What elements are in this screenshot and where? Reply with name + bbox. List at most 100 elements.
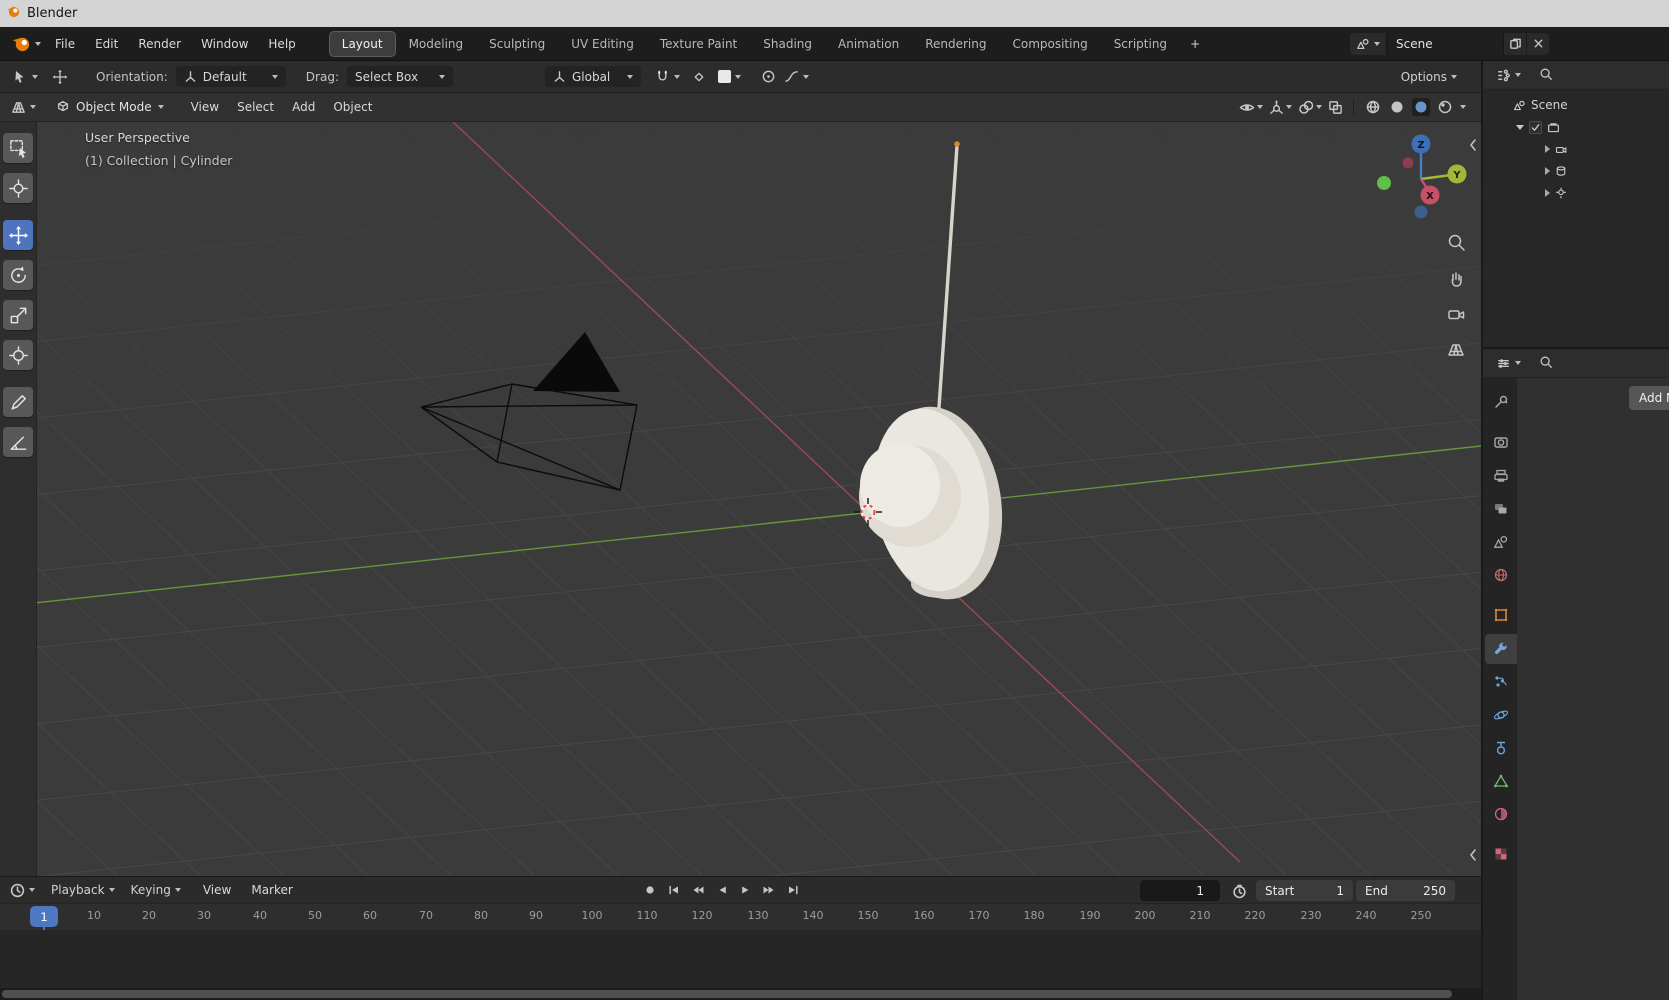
frame-start-field[interactable]: Start 1	[1256, 880, 1353, 901]
cylinder-object[interactable]	[859, 141, 1015, 608]
shading-wireframe-button[interactable]	[1364, 98, 1382, 116]
outliner-item-cylinder[interactable]	[1483, 160, 1669, 182]
tab-layout[interactable]: Layout	[329, 31, 395, 56]
browse-scene-button[interactable]	[1350, 32, 1386, 55]
tab-texture-paint[interactable]: Texture Paint	[648, 32, 749, 56]
orthographic-toggle-button[interactable]	[1443, 337, 1469, 363]
tab-compositing[interactable]: Compositing	[1000, 32, 1099, 56]
properties-tab-scene[interactable]	[1485, 527, 1517, 557]
snapping-toggle[interactable]	[651, 67, 684, 86]
collapsed-arrow-icon[interactable]	[1545, 167, 1550, 175]
pan-button[interactable]	[1443, 265, 1469, 291]
tab-shading[interactable]: Shading	[751, 32, 824, 56]
sidebar-expand-arrow[interactable]	[1469, 138, 1479, 152]
snap-with-dropdown[interactable]	[714, 68, 745, 85]
auto-keying-record-button[interactable]	[638, 879, 661, 901]
keying-menu[interactable]: Keying	[127, 881, 185, 899]
scene-name-field[interactable]: Scene	[1386, 32, 1504, 55]
properties-tab-tool[interactable]	[1485, 387, 1517, 417]
horizontal-scrollbar[interactable]	[0, 988, 1481, 1000]
properties-tab-constraints[interactable]	[1485, 733, 1517, 763]
tool-measure[interactable]	[3, 427, 33, 457]
menu-window[interactable]: Window	[191, 34, 258, 54]
tool-cursor[interactable]	[3, 173, 33, 203]
gizmo-neg-x-ball[interactable]	[1402, 157, 1414, 169]
expand-arrow-icon[interactable]	[1516, 124, 1524, 130]
next-keyframe-button[interactable]	[758, 879, 781, 901]
mode-dropdown[interactable]: Object Mode	[48, 98, 172, 116]
properties-tab-world[interactable]	[1485, 560, 1517, 590]
editor-type-selector[interactable]	[7, 98, 40, 117]
playhead-current-frame[interactable]: 1	[30, 906, 58, 927]
properties-tab-view-layer[interactable]	[1485, 494, 1517, 524]
frame-end-field[interactable]: End 250	[1356, 880, 1455, 901]
timeline-editor-type-selector[interactable]	[6, 881, 39, 900]
timeline-marker-menu[interactable]: Marker	[241, 880, 302, 900]
navigation-gizmo[interactable]: Z Y X	[1377, 134, 1467, 219]
tab-rendering[interactable]: Rendering	[913, 32, 998, 56]
menu-select[interactable]: Select	[228, 97, 283, 117]
tab-uv-editing[interactable]: UV Editing	[559, 32, 646, 56]
options-dropdown[interactable]: Options	[1397, 68, 1461, 86]
outliner-editor-type-selector[interactable]	[1492, 66, 1525, 85]
properties-tab-physics[interactable]	[1485, 700, 1517, 730]
use-preview-range-button[interactable]	[1228, 880, 1251, 902]
tab-modeling[interactable]: Modeling	[397, 32, 476, 56]
proportional-falloff-dropdown[interactable]	[780, 67, 813, 86]
properties-tab-object-data[interactable]	[1485, 766, 1517, 796]
menu-render[interactable]: Render	[128, 34, 191, 54]
outliner-item-camera[interactable]	[1483, 138, 1669, 160]
collection-checkbox[interactable]	[1529, 120, 1542, 134]
bottom-expand-arrow[interactable]	[1469, 848, 1479, 862]
play-reverse-button[interactable]	[710, 879, 733, 901]
tool-scale[interactable]	[3, 300, 33, 330]
add-modifier-button[interactable]: Add M	[1629, 386, 1669, 410]
camera-view-button[interactable]	[1443, 301, 1469, 327]
orientation-dropdown[interactable]: Default	[175, 66, 286, 87]
properties-search-button[interactable]	[1539, 355, 1553, 372]
proportional-editing-toggle[interactable]	[757, 67, 780, 86]
scrollbar-thumb[interactable]	[2, 990, 1452, 998]
tool-move[interactable]	[3, 220, 33, 250]
unlink-scene-button[interactable]	[1527, 32, 1549, 55]
outliner-item-collection[interactable]	[1483, 116, 1669, 138]
properties-tab-render[interactable]	[1485, 427, 1517, 457]
tab-animation[interactable]: Animation	[826, 32, 911, 56]
outliner-item-light[interactable]	[1483, 182, 1669, 204]
playback-menu[interactable]: Playback	[47, 881, 119, 899]
menu-edit[interactable]: Edit	[85, 34, 128, 54]
properties-tab-texture[interactable]	[1485, 839, 1517, 869]
play-button[interactable]	[734, 879, 757, 901]
menu-add[interactable]: Add	[283, 97, 324, 117]
tool-transform[interactable]	[3, 340, 33, 370]
shading-solid-button[interactable]	[1388, 98, 1406, 116]
gizmo-neg-y-ball[interactable]	[1377, 176, 1391, 190]
camera-object[interactable]	[420, 383, 638, 491]
drag-dropdown[interactable]: Select Box	[346, 66, 453, 87]
jump-to-end-button[interactable]	[782, 879, 805, 901]
outliner-item-scene[interactable]: Scene	[1483, 94, 1669, 116]
new-scene-button[interactable]	[1504, 32, 1526, 55]
viewport-3d[interactable]: Z Y X User Perspective (1) Collection | …	[37, 122, 1481, 876]
menu-help[interactable]: Help	[258, 34, 305, 54]
timeline-track-area[interactable]	[0, 930, 1481, 989]
prev-keyframe-button[interactable]	[686, 879, 709, 901]
tool-annotate[interactable]	[3, 387, 33, 417]
overlays-dropdown[interactable]	[1298, 100, 1322, 115]
properties-editor-type-selector[interactable]	[1492, 354, 1525, 373]
zoom-button[interactable]	[1443, 229, 1469, 255]
xray-toggle[interactable]	[1328, 100, 1343, 115]
shading-rendered-button[interactable]	[1436, 98, 1454, 116]
timeline-ruler[interactable]: 10 20 30 40 50 60 70 80 90 100 110 120 1…	[0, 904, 1481, 930]
properties-tab-output[interactable]	[1485, 461, 1517, 491]
properties-tab-particles[interactable]	[1485, 667, 1517, 697]
properties-tab-modifiers[interactable]	[1485, 634, 1517, 664]
timeline-view-menu[interactable]: View	[193, 880, 241, 900]
tool-select-box[interactable]	[3, 133, 33, 163]
jump-to-start-button[interactable]	[662, 879, 685, 901]
shading-material-button[interactable]	[1412, 98, 1430, 116]
gizmos-dropdown[interactable]	[1269, 100, 1292, 115]
menu-object[interactable]: Object	[324, 97, 381, 117]
blender-menu-button[interactable]	[8, 32, 45, 55]
gizmo-neg-z-ball[interactable]	[1414, 205, 1428, 219]
